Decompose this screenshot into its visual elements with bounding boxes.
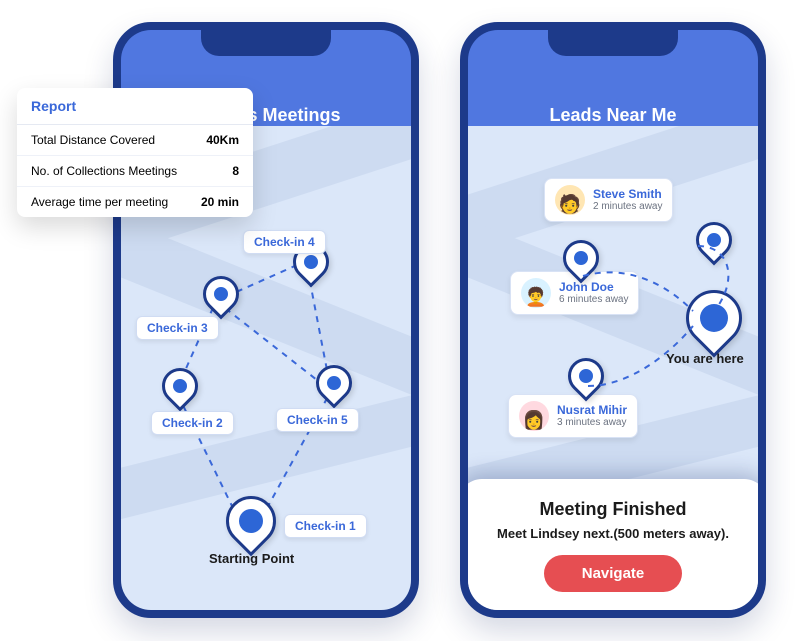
you-are-here-label: You are here [666, 351, 744, 366]
avatar-icon: 🧑 [555, 185, 585, 215]
phone-notch [548, 28, 678, 56]
pin-lead[interactable] [689, 215, 740, 266]
checkin-3-chip[interactable]: Check-in 3 [136, 316, 219, 340]
starting-point-label: Starting Point [209, 551, 294, 566]
checkin-5-chip[interactable]: Check-in 5 [276, 408, 359, 432]
report-row: No. of Collections Meetings 8 [17, 156, 253, 187]
report-row: Average time per meeting 20 min [17, 187, 253, 217]
sheet-heading: Meeting Finished [478, 499, 748, 520]
avatar-icon: 👩 [519, 401, 549, 431]
report-card: Report Total Distance Covered 40Km No. o… [17, 88, 253, 217]
avatar-icon: 🧑‍🦱 [521, 278, 551, 308]
navigate-button[interactable]: Navigate [544, 555, 683, 592]
checkin-2-chip[interactable]: Check-in 2 [151, 411, 234, 435]
lead-card[interactable]: 🧑 Steve Smith 2 minutes away [544, 178, 673, 222]
checkin-4-chip[interactable]: Check-in 4 [243, 230, 326, 254]
lead-card[interactable]: 👩 Nusrat Mihir 3 minutes away [508, 394, 638, 438]
report-row: Total Distance Covered 40Km [17, 125, 253, 156]
pin-starting-point[interactable] [216, 486, 287, 557]
bottom-sheet: Meeting Finished Meet Lindsey next.(500 … [460, 479, 766, 618]
checkin-1-chip[interactable]: Check-in 1 [284, 514, 367, 538]
pin-checkin-2[interactable] [155, 361, 206, 412]
phone-leads-near-me: Leads Near Me 🧑 Steve Smith 2 minutes aw… [460, 22, 766, 618]
report-title: Report [17, 88, 253, 125]
sheet-subline: Meet Lindsey next.(500 meters away). [478, 526, 748, 541]
phone-notch [201, 28, 331, 56]
